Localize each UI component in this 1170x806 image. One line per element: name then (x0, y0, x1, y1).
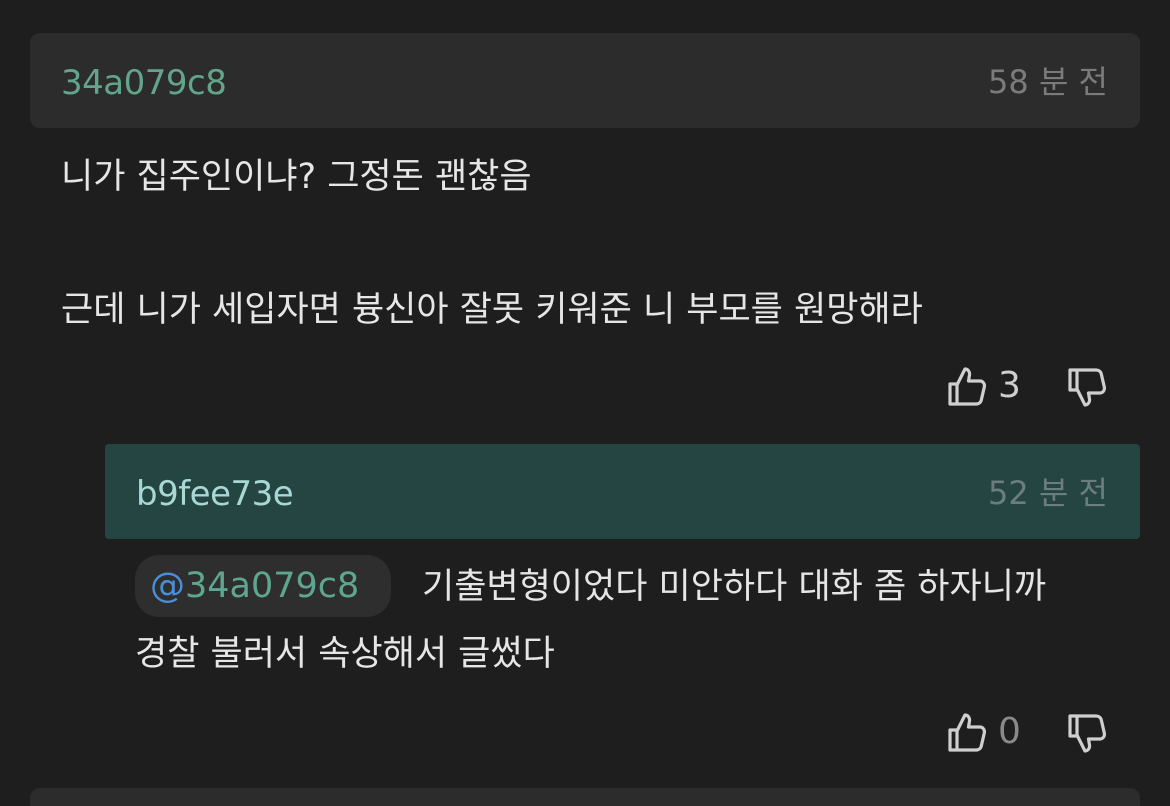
next-comment-header (30, 788, 1140, 806)
comment-author[interactable]: 34a079c8 (61, 63, 227, 103)
comment-dislike-button[interactable] (1066, 366, 1108, 410)
comment-thread: 34a079c8 58 분 전 니가 집주인이냐? 그정돈 괜찮음 근데 니가 … (0, 0, 1170, 806)
reply-timestamp: 52 분 전 (988, 474, 1108, 512)
thumbs-up-icon (948, 713, 987, 752)
reply-like-button[interactable]: 0 (946, 710, 1021, 754)
thumbs-up-icon (948, 367, 987, 406)
comment-timestamp: 58 분 전 (988, 63, 1108, 101)
reply-like-count: 0 (998, 711, 1021, 752)
comment-like-count: 3 (998, 365, 1021, 406)
reply-header: b9fee73e 52 분 전 (105, 444, 1140, 539)
reply-text-line-1: 기출변형이었다 미안하다 대화 좀 하자니까 (422, 567, 1047, 607)
thumbs-down-icon (1068, 368, 1107, 407)
mention-username: 34a079c8 (185, 566, 360, 606)
comment-like-button[interactable]: 3 (946, 364, 1021, 408)
reply-text-line-2: 경찰 불러서 속상해서 글썼다 (135, 634, 555, 674)
reply-author[interactable]: b9fee73e (136, 474, 294, 514)
thumbs-down-icon (1068, 714, 1107, 753)
comment-header: 34a079c8 58 분 전 (30, 33, 1140, 128)
reply-dislike-button[interactable] (1066, 712, 1108, 756)
comment-text-line-2: 근데 니가 세입자면 븅신아 잘못 키워준 니 부모를 원망해라 (61, 290, 923, 330)
comment-text-line-1: 니가 집주인이냐? 그정돈 괜찮음 (61, 157, 532, 197)
mention-chip[interactable]: @34a079c8 (135, 555, 391, 617)
mention-at-symbol: @ (150, 566, 185, 606)
